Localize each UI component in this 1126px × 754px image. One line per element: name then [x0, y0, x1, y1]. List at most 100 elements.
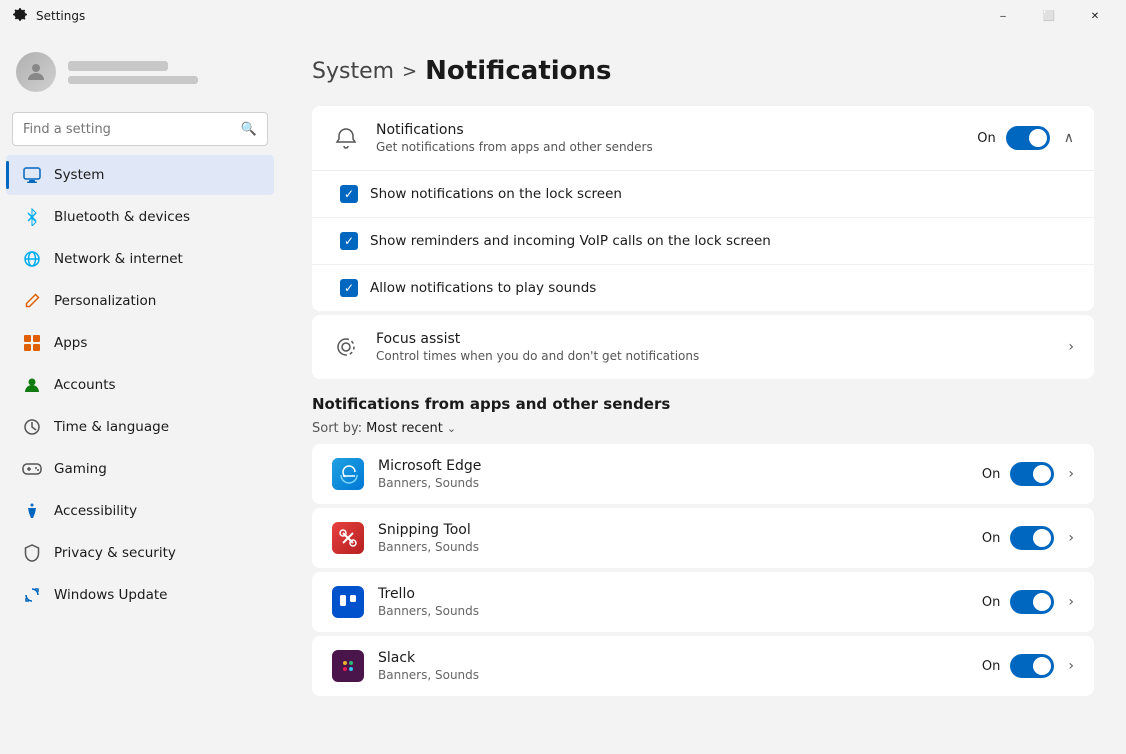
titlebar: Settings – ⬜ ✕ [0, 0, 1126, 32]
search-icon: 🔍 [241, 122, 257, 137]
user-info [68, 61, 198, 84]
slack-icon [332, 650, 364, 682]
sidebar-item-apps[interactable]: Apps [6, 323, 274, 363]
apps-icon [22, 333, 42, 353]
focus-assist-card[interactable]: Focus assist Control times when you do a… [312, 315, 1094, 379]
snipping-status: On [982, 531, 1000, 546]
sidebar-item-personalization[interactable]: Personalization [6, 281, 274, 321]
windows-update-icon [22, 585, 42, 605]
accessibility-icon [22, 501, 42, 521]
notifications-status: On [977, 131, 995, 146]
slack-toggle[interactable] [1010, 654, 1054, 678]
checkbox-voip[interactable] [340, 232, 358, 250]
trello-icon [332, 586, 364, 618]
trello-name: Trello [378, 586, 968, 602]
personalization-icon [22, 291, 42, 311]
focus-assist-icon [332, 333, 360, 361]
trello-status: On [982, 595, 1000, 610]
sidebar-item-network-label: Network & internet [54, 251, 183, 267]
edge-sub: Banners, Sounds [378, 476, 968, 490]
checkbox-sounds[interactable] [340, 279, 358, 297]
sidebar-item-time[interactable]: Time & language [6, 407, 274, 447]
window-body: 🔍 System Bluetooth & devices Network & i… [0, 32, 1126, 754]
checkbox-row-3: Allow notifications to play sounds [312, 264, 1094, 311]
sidebar-item-bluetooth-label: Bluetooth & devices [54, 209, 190, 225]
sidebar-item-privacy[interactable]: Privacy & security [6, 533, 274, 573]
sort-dropdown[interactable]: Most recent ⌄ [366, 421, 456, 436]
focus-assist-chevron-icon: › [1068, 339, 1074, 355]
edge-toggle[interactable] [1010, 462, 1054, 486]
trello-chevron-icon[interactable]: › [1068, 594, 1074, 610]
snipping-chevron-icon[interactable]: › [1068, 530, 1074, 546]
breadcrumb-parent[interactable]: System [312, 59, 394, 84]
accounts-icon [22, 375, 42, 395]
notifications-icon [332, 124, 360, 152]
slack-name: Slack [378, 650, 968, 666]
sidebar-item-time-label: Time & language [54, 419, 169, 435]
sidebar: 🔍 System Bluetooth & devices Network & i… [0, 32, 280, 754]
app-title: Settings [36, 9, 85, 23]
trello-toggle[interactable] [1010, 590, 1054, 614]
checkbox-sounds-label: Allow notifications to play sounds [370, 280, 596, 296]
sidebar-item-accessibility[interactable]: Accessibility [6, 491, 274, 531]
settings-icon [12, 8, 28, 24]
sidebar-item-gaming[interactable]: Gaming [6, 449, 274, 489]
checkbox-lock-screen-label: Show notifications on the lock screen [370, 186, 622, 202]
sidebar-item-accounts[interactable]: Accounts [6, 365, 274, 405]
trello-sub: Banners, Sounds [378, 604, 968, 618]
focus-assist-subtitle: Control times when you do and don't get … [376, 349, 1048, 363]
notifications-controls: On ∧ [977, 126, 1074, 150]
snipping-toggle[interactable] [1010, 526, 1054, 550]
checkbox-lock-screen[interactable] [340, 185, 358, 203]
focus-assist-title: Focus assist [376, 331, 1048, 347]
notifications-collapse-icon[interactable]: ∧ [1064, 130, 1074, 146]
sidebar-item-network[interactable]: Network & internet [6, 239, 274, 279]
apps-section-header: Notifications from apps and other sender… [312, 395, 1094, 413]
edge-info: Microsoft Edge Banners, Sounds [378, 458, 968, 490]
maximize-button[interactable]: ⬜ [1026, 0, 1072, 32]
gaming-icon [22, 459, 42, 479]
sidebar-item-accounts-label: Accounts [54, 377, 116, 393]
trello-controls: On › [982, 590, 1074, 614]
notifications-title: Notifications [376, 122, 961, 138]
app-row-slack: Slack Banners, Sounds On › [312, 636, 1094, 696]
snipping-info: Snipping Tool Banners, Sounds [378, 522, 968, 554]
sidebar-item-system[interactable]: System [6, 155, 274, 195]
network-icon [22, 249, 42, 269]
bluetooth-icon [22, 207, 42, 227]
notifications-card: Notifications Get notifications from app… [312, 106, 1094, 311]
edge-status: On [982, 467, 1000, 482]
search-box[interactable]: 🔍 [12, 112, 268, 146]
notifications-subtitle: Get notifications from apps and other se… [376, 140, 961, 154]
system-icon [22, 165, 42, 185]
edge-chevron-icon[interactable]: › [1068, 466, 1074, 482]
sidebar-item-bluetooth[interactable]: Bluetooth & devices [6, 197, 274, 237]
avatar [16, 52, 56, 92]
slack-info: Slack Banners, Sounds [378, 650, 968, 682]
slack-sub: Banners, Sounds [378, 668, 968, 682]
checkbox-row-1: Show notifications on the lock screen [312, 170, 1094, 217]
slack-status: On [982, 659, 1000, 674]
main-content: System > Notifications Notifications Get… [280, 32, 1126, 754]
breadcrumb-separator: > [402, 61, 417, 82]
sidebar-item-windows-update-label: Windows Update [54, 587, 167, 603]
user-section[interactable] [0, 40, 280, 108]
minimize-button[interactable]: – [980, 0, 1026, 32]
sidebar-item-gaming-label: Gaming [54, 461, 107, 477]
app-row-edge: Microsoft Edge Banners, Sounds On › [312, 444, 1094, 504]
sidebar-item-accessibility-label: Accessibility [54, 503, 137, 519]
slack-chevron-icon[interactable]: › [1068, 658, 1074, 674]
privacy-icon [22, 543, 42, 563]
app-row-trello: Trello Banners, Sounds On › [312, 572, 1094, 632]
edge-name: Microsoft Edge [378, 458, 968, 474]
sidebar-item-privacy-label: Privacy & security [54, 545, 176, 561]
sidebar-item-windows-update[interactable]: Windows Update [6, 575, 274, 615]
trello-info: Trello Banners, Sounds [378, 586, 968, 618]
search-input[interactable] [23, 122, 233, 137]
edge-icon [332, 458, 364, 490]
sort-value-text: Most recent [366, 421, 443, 436]
snipping-sub: Banners, Sounds [378, 540, 968, 554]
close-button[interactable]: ✕ [1072, 0, 1118, 32]
notifications-toggle[interactable] [1006, 126, 1050, 150]
window-controls: – ⬜ ✕ [980, 0, 1118, 32]
